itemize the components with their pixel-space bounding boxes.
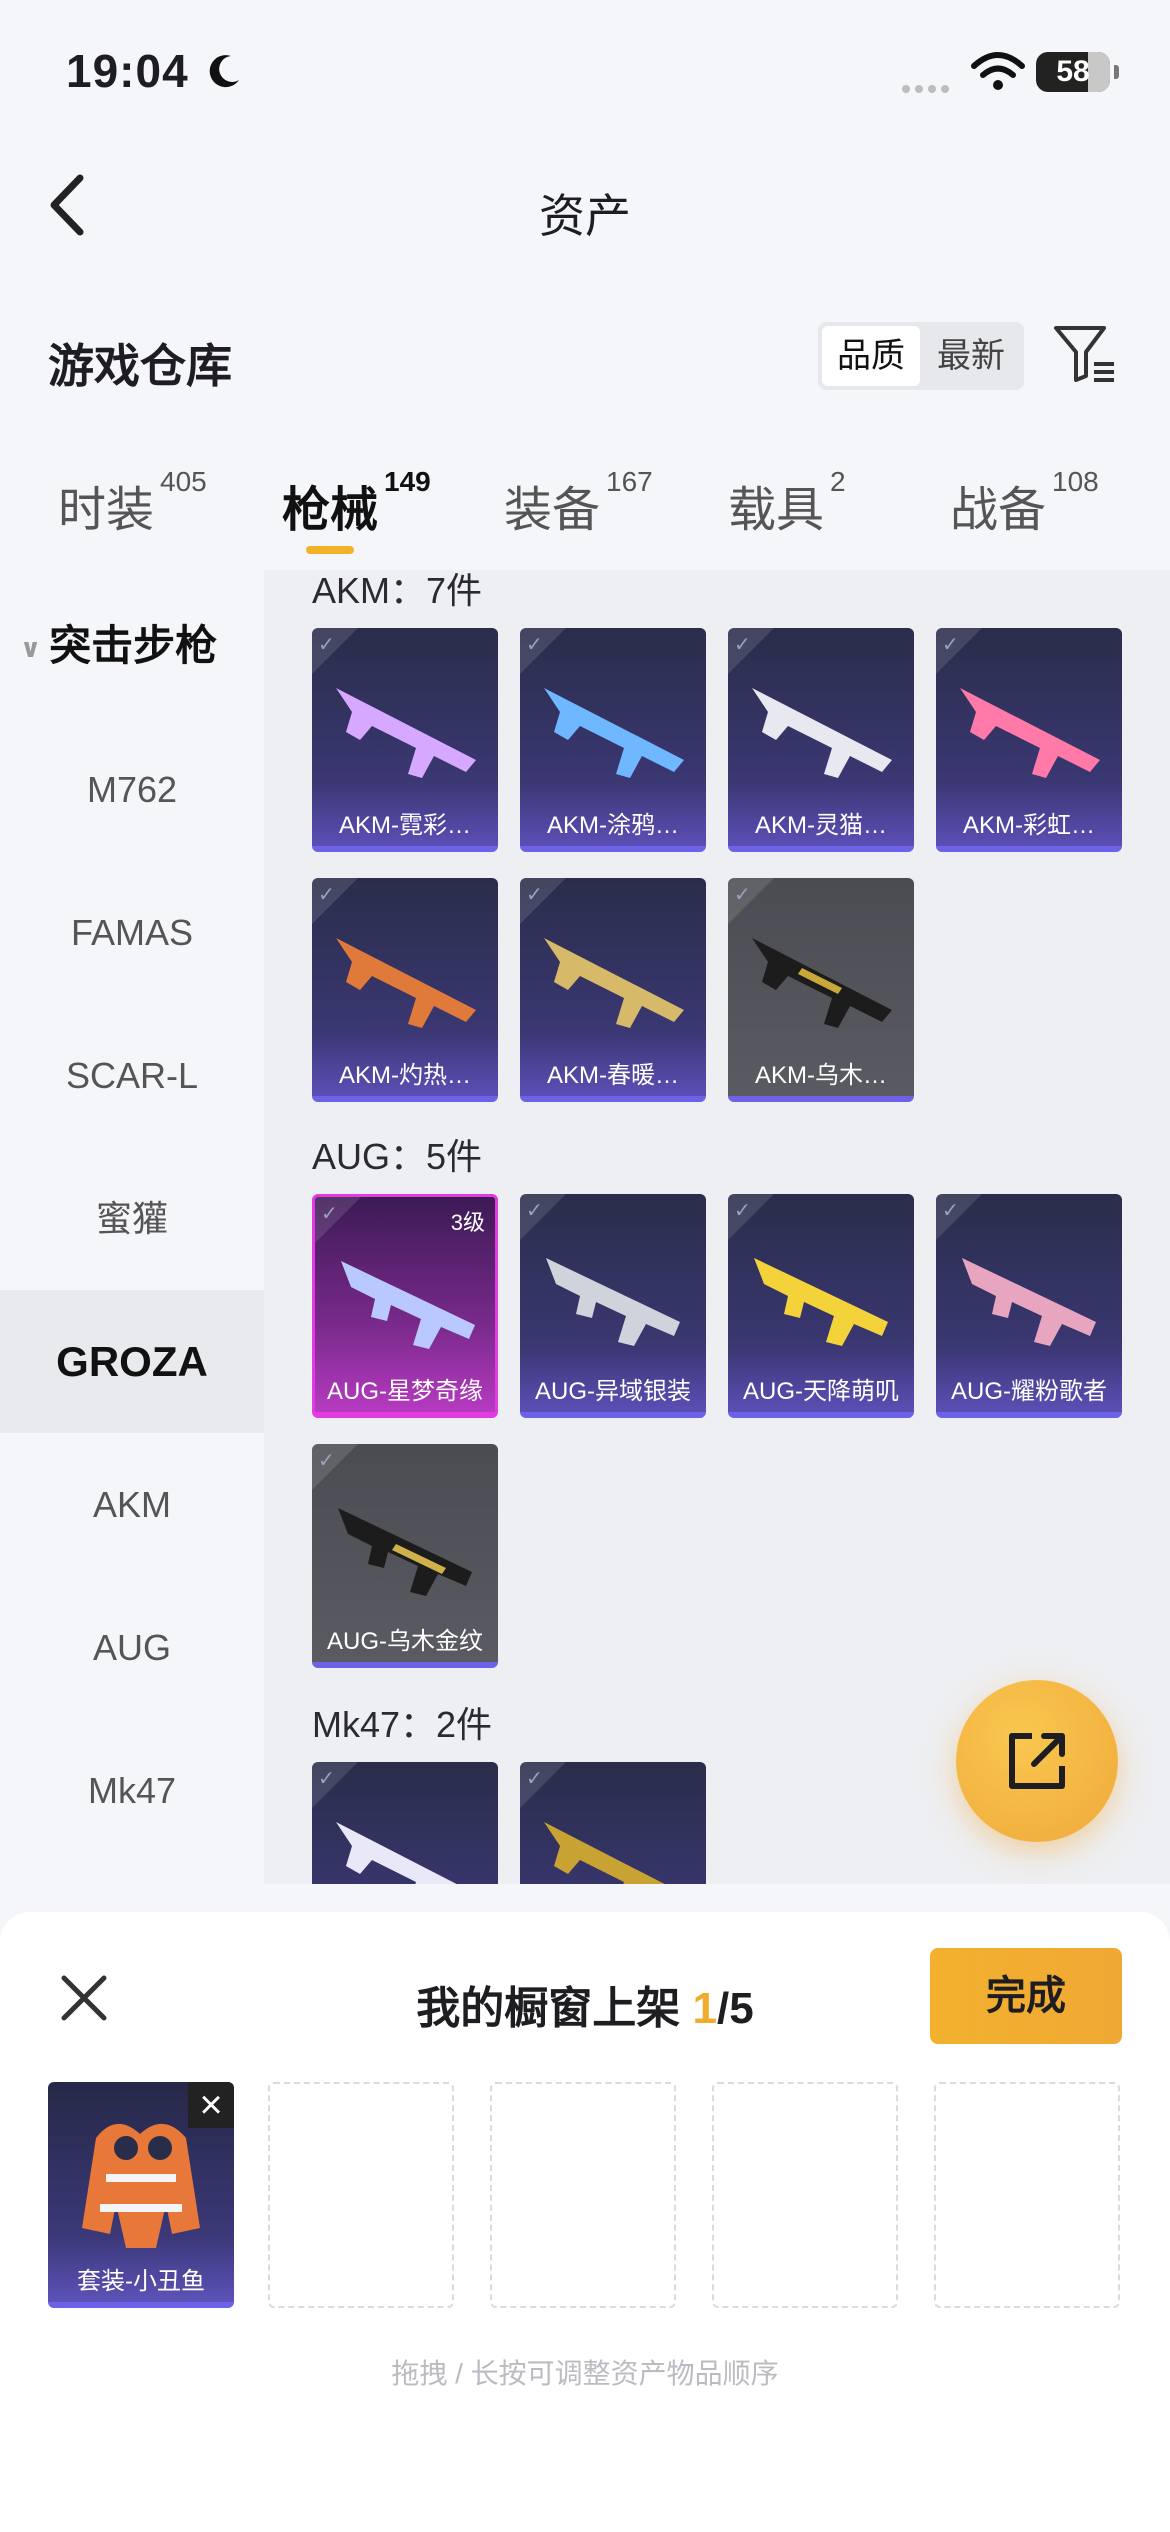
item-card[interactable]: ✓ AUG-耀粉歌者 [936, 1194, 1122, 1418]
rifle-icon [336, 1822, 457, 1884]
moon-icon [209, 55, 239, 88]
sidebar-item-honey-badger[interactable]: 蜜獾 [0, 1147, 264, 1290]
rifle-icon [754, 1258, 888, 1346]
item-card[interactable]: ✓ AKM-霓彩… [312, 628, 498, 852]
page-title: 资产 [539, 190, 631, 242]
sort-toggle: 品质 最新 [818, 322, 1024, 390]
remove-icon[interactable]: × [188, 2082, 234, 2128]
warehouse-title: 游戏仓库 [48, 340, 232, 392]
item-card[interactable]: ✓ AKM-涂鸦… [520, 628, 706, 852]
done-button[interactable]: 完成 [930, 1948, 1122, 2044]
status-time: 19:04 [66, 45, 189, 97]
item-card[interactable]: ✓ AKM-乌木… [728, 878, 914, 1102]
sort-newest-button[interactable]: 最新 [922, 326, 1020, 386]
active-tab-indicator [306, 546, 354, 554]
group-label-akm: AKM：7件 [312, 570, 483, 611]
sidebar-item-mk47[interactable]: Mk47 [0, 1719, 264, 1862]
rifle-icon [544, 1822, 665, 1884]
signal-icon [902, 80, 954, 98]
tab-firearms[interactable]: 枪械149 [282, 466, 431, 540]
tab-supplies[interactable]: 战备108 [950, 466, 1099, 540]
showcase-slot-empty[interactable] [490, 2082, 676, 2308]
rifle-icon [336, 938, 476, 1028]
reorder-hint: 拖拽 / 长按可调整资产物品顺序 [391, 2358, 779, 2389]
sidebar-item-akm[interactable]: AKM [0, 1433, 264, 1576]
showcase-slot-filled[interactable]: × 套装-小丑鱼 [48, 2082, 234, 2308]
item-card[interactable]: ✓ AKM-彩虹… [936, 628, 1122, 852]
tab-fashion[interactable]: 时装405 [58, 466, 207, 540]
rifle-icon [544, 688, 684, 778]
rifle-icon [962, 1258, 1096, 1346]
rifle-icon [960, 688, 1100, 778]
battery-indicator: 58 [1036, 52, 1119, 92]
showcase-slot-empty[interactable] [268, 2082, 454, 2308]
item-card[interactable]: ✓ AUG-异域银装 [520, 1194, 706, 1418]
sidebar-group-assault-rifles[interactable]: ∨ 突击步枪 [20, 612, 217, 673]
share-button[interactable] [956, 1680, 1118, 1842]
sidebar-item-aug[interactable]: AUG [0, 1576, 264, 1719]
share-icon [1009, 1733, 1065, 1789]
item-card[interactable]: ✓ AUG-乌木金纹 [312, 1444, 498, 1668]
group-label-aug: AUG：5件 [312, 1136, 483, 1177]
item-card[interactable]: ✓ [312, 1762, 498, 1884]
sidebar-item-famas[interactable]: FAMAS [0, 861, 264, 1004]
sidebar-item-scar-l[interactable]: SCAR-L [0, 1004, 264, 1147]
rifle-icon [752, 938, 892, 1028]
item-card[interactable]: ✓ AKM-春暖… [520, 878, 706, 1102]
item-card[interactable]: ✓ 3级 AUG-星梦奇缘 [312, 1194, 498, 1418]
filter-icon[interactable] [1052, 322, 1118, 386]
rifle-icon [544, 938, 684, 1028]
item-card[interactable]: ✓ AKM-灵猫… [728, 628, 914, 852]
sidebar-item-m762[interactable]: M762 [0, 718, 264, 861]
group-label-mk47: Mk47：2件 [312, 1704, 493, 1745]
wifi-icon [971, 52, 1025, 90]
rifle-icon [338, 1508, 472, 1596]
item-card[interactable]: ✓ AUG-天降萌叽 [728, 1194, 914, 1418]
rifle-icon [546, 1258, 680, 1346]
rifle-icon [336, 688, 476, 778]
showcase-slot-empty[interactable] [712, 2082, 898, 2308]
showcase-slot-empty[interactable] [934, 2082, 1120, 2308]
tab-vehicles[interactable]: 载具2 [728, 466, 846, 540]
item-card[interactable]: ✓ [520, 1762, 706, 1884]
tab-equipment[interactable]: 装备167 [504, 466, 653, 540]
chevron-down-icon: ∨ [20, 633, 42, 664]
sidebar-item-groza[interactable]: GROZA [0, 1290, 264, 1433]
outfit-icon [82, 2123, 200, 2248]
sort-quality-button[interactable]: 品质 [822, 326, 920, 386]
rifle-icon [341, 1261, 475, 1349]
level-badge: 3级 [450, 1210, 485, 1235]
rifle-icon [752, 688, 892, 778]
item-card[interactable]: ✓ AKM-灼热… [312, 878, 498, 1102]
